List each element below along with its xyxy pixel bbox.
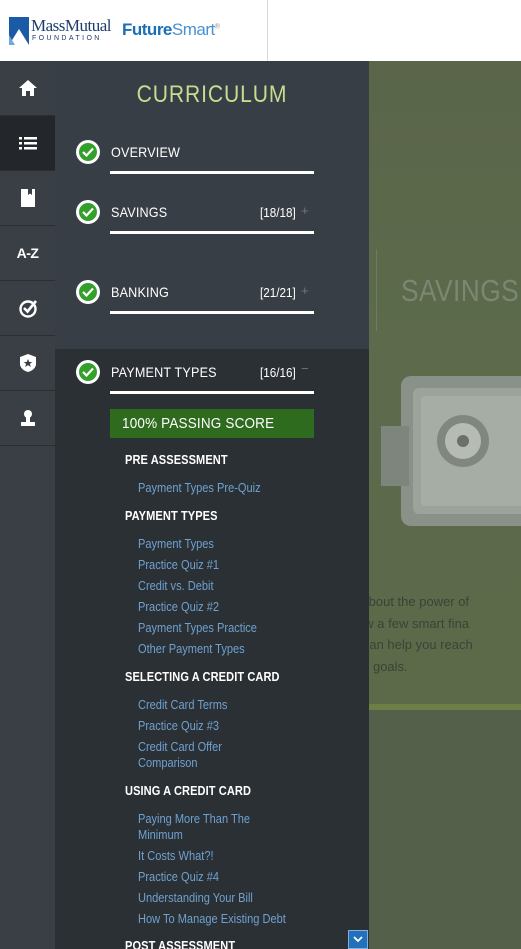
lesson-link[interactable]: Payment Types Pre-Quiz [138, 480, 261, 496]
section-label: OVERVIEW [111, 144, 181, 160]
home-icon [18, 80, 37, 96]
lesson-link[interactable]: Practice Quiz #4 [138, 869, 219, 885]
group-title: USING A CREDIT CARD [125, 783, 252, 798]
product-logo: FutureSmart® [122, 20, 220, 40]
rail-glossary-button[interactable]: A-Z [0, 226, 55, 281]
lesson-link[interactable]: Payment Types Practice [138, 620, 257, 636]
user-icon [20, 410, 35, 426]
group-title: PRE ASSESSMENT [125, 452, 228, 467]
hero-divider [376, 249, 377, 331]
section-overview[interactable]: OVERVIEW [55, 140, 369, 180]
collapse-minus-icon[interactable]: − [301, 361, 309, 376]
completed-check-icon [76, 140, 100, 164]
lesson-link[interactable]: How To Manage Existing Debt [138, 911, 286, 927]
hero-text-line: arn about the power of [369, 594, 470, 609]
section-progress-bar [110, 391, 314, 394]
section-progress-bar [110, 311, 314, 314]
passing-score-banner: 100% PASSING SCORE [110, 409, 314, 438]
list-icon [18, 137, 37, 150]
section-banking[interactable]: BANKING [21/21] + [55, 280, 369, 320]
lesson-link[interactable]: Practice Quiz #1 [138, 557, 219, 573]
section-label: SAVINGS [111, 204, 168, 220]
lesson-link[interactable]: Comparison [138, 755, 198, 771]
star-shield-icon [19, 354, 36, 372]
notebook-icon [20, 189, 35, 207]
lesson-link[interactable]: Minimum [138, 827, 183, 843]
rail-curriculum-button[interactable] [0, 116, 55, 171]
rail-notebook-button[interactable] [0, 171, 55, 226]
lesson-link[interactable]: Payment Types [138, 536, 214, 552]
section-progress-bar [110, 231, 314, 234]
curriculum-title: CURRICULUM [136, 81, 288, 108]
section-count: [16/16] [260, 365, 296, 380]
product-name-bold: Future [122, 20, 172, 39]
lesson-link[interactable]: Paying More Than The [138, 811, 250, 827]
completed-check-icon [76, 360, 100, 384]
section-payment-types[interactable]: PAYMENT TYPES [16/16] − [55, 360, 369, 400]
section-progress-bar [110, 171, 314, 174]
background-content: SAVINGS arn about the power of d how a f… [369, 61, 521, 949]
glossary-label: A-Z [16, 245, 39, 261]
massmutual-logo-icon [9, 17, 29, 45]
section-count: [21/21] [260, 285, 296, 300]
section-label: BANKING [111, 284, 169, 300]
completed-check-icon [76, 280, 100, 304]
passing-score-label: 100% PASSING SCORE [122, 415, 275, 432]
nav-rail: A-Z [0, 61, 55, 949]
lesson-link[interactable]: Credit Card Terms [138, 697, 227, 713]
hero-text-line: vings goals. [369, 658, 408, 674]
app-header: MassMutual FOUNDATION FutureSmart® [0, 0, 521, 62]
rail-profile-button[interactable] [0, 391, 55, 446]
expand-plus-icon[interactable]: + [301, 283, 309, 298]
brand-name: MassMutual [31, 16, 112, 35]
header-divider [267, 0, 268, 61]
scroll-down-button[interactable] [348, 930, 368, 949]
section-savings[interactable]: SAVINGS [18/18] + [55, 200, 369, 240]
group-title: PAYMENT TYPES [125, 508, 218, 523]
lesson-link[interactable]: Practice Quiz #3 [138, 718, 219, 734]
lesson-link[interactable]: Understanding Your Bill [138, 890, 253, 906]
group-title: SELECTING A CREDIT CARD [125, 669, 280, 684]
trademark: ® [214, 23, 220, 31]
curriculum-panel: CURRICULUM OVERVIEW SAVINGS [18/18] + BA… [55, 61, 369, 949]
safe-image [381, 376, 521, 526]
lesson-link[interactable]: It Costs What?! [138, 848, 214, 864]
expand-plus-icon[interactable]: + [301, 203, 309, 218]
lesson-link[interactable]: Credit Card Offer [138, 739, 222, 755]
hero-text-line: bits can help you reach [369, 637, 473, 652]
section-label: PAYMENT TYPES [111, 364, 217, 380]
brand-subtitle: FOUNDATION [32, 35, 102, 42]
chevron-down-icon [353, 936, 363, 943]
group-title: POST ASSESSMENT [125, 938, 236, 949]
lesson-link[interactable]: Credit vs. Debit [138, 578, 214, 594]
rail-badges-button[interactable] [0, 336, 55, 391]
check-badge-icon [18, 300, 37, 318]
rail-home-button[interactable] [0, 61, 55, 116]
hero-title: SAVINGS [401, 273, 520, 308]
completed-check-icon [76, 200, 100, 224]
hero-description: arn about the power of d how a few smart… [369, 591, 521, 677]
lesson-link[interactable]: Practice Quiz #2 [138, 599, 219, 615]
lower-content [369, 710, 521, 949]
section-count: [18/18] [260, 205, 296, 220]
lesson-link[interactable]: Other Payment Types [138, 641, 245, 657]
hero-text-line: d how a few smart fina [369, 615, 470, 631]
product-name-light: Smart [171, 20, 215, 39]
rail-quizzes-button[interactable] [0, 281, 55, 336]
